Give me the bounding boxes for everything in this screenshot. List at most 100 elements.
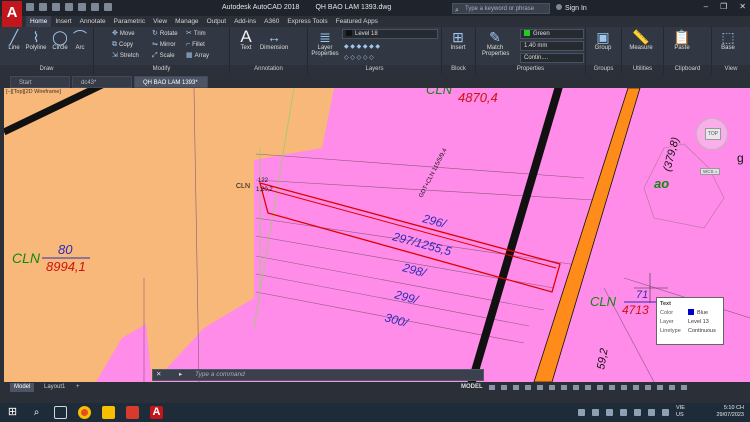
new-icon[interactable] xyxy=(26,3,34,11)
network-icon[interactable] xyxy=(648,409,655,416)
label-cln-left[interactable]: CLN xyxy=(12,250,41,266)
copy-button[interactable]: ⧉ Copy xyxy=(112,40,133,50)
command-line-input[interactable]: ✕ ▸ Type a command xyxy=(152,369,484,381)
layer-properties-button[interactable]: ≣ Layer Properties xyxy=(310,29,340,57)
tab-express-tools[interactable]: Express Tools xyxy=(283,16,331,27)
label-lot-297[interactable]: 297/1255,5 xyxy=(390,229,453,258)
doc-tab-qh-bao-lam[interactable]: QH BAO LAM 1393* xyxy=(134,76,208,88)
road-orange[interactable] xyxy=(533,88,641,382)
tray-icon-2[interactable] xyxy=(592,409,599,416)
group-button[interactable]: ▣ Group xyxy=(591,29,615,51)
measure-button[interactable]: 📏 Measure xyxy=(626,29,656,51)
application-menu-button[interactable]: A xyxy=(2,1,22,27)
viewcube[interactable]: TOP xyxy=(696,118,728,150)
grid-icon[interactable] xyxy=(489,385,495,390)
polyline-button[interactable]: ⌇ Polyline xyxy=(22,29,50,51)
layout-tab-model[interactable]: Model xyxy=(10,383,35,392)
tab-view[interactable]: View xyxy=(149,16,171,27)
drawing-canvas[interactable]: CLN 4870,4 CLN 80 8994,1 CLN 122 1,20,2 … xyxy=(4,88,750,382)
paste-button[interactable]: 📋 Paste xyxy=(670,29,694,51)
modify-panel-title[interactable]: Modify xyxy=(94,65,229,74)
clean-screen-icon[interactable] xyxy=(669,385,675,390)
snap-icon[interactable] xyxy=(501,385,507,390)
redo-icon[interactable] xyxy=(104,3,112,11)
dimension-button[interactable]: ↔ Dimension xyxy=(258,29,290,51)
label-lot-300[interactable]: 300/ xyxy=(383,310,411,330)
doc-tab-dc43[interactable]: dc43* xyxy=(72,76,132,88)
label-area-top[interactable]: 4870,4 xyxy=(458,90,498,105)
units-icon[interactable] xyxy=(621,385,627,390)
tray-icon-5[interactable] xyxy=(634,409,641,416)
quick-properties-icon[interactable] xyxy=(633,385,639,390)
label-parcel-122[interactable]: 122 xyxy=(258,178,269,184)
tray-icon-3[interactable] xyxy=(606,409,613,416)
model-space-toggle[interactable]: MODEL xyxy=(461,382,483,393)
tab-featured-apps[interactable]: Featured Apps xyxy=(332,16,382,27)
label-area-left[interactable]: 8994,1 xyxy=(46,259,86,274)
selection-cycling-icon[interactable] xyxy=(585,385,591,390)
print-icon[interactable] xyxy=(78,3,86,11)
annotation-scale-icon[interactable] xyxy=(597,385,603,390)
linetype-dropdown[interactable]: Contin.... xyxy=(520,53,584,63)
minimize-button[interactable]: – xyxy=(704,2,708,11)
utilities-panel-title[interactable]: Utilities xyxy=(622,65,663,74)
scale-button[interactable]: ⤢ Scale xyxy=(152,51,175,61)
tab-add-ins[interactable]: Add-ins xyxy=(230,16,260,27)
volume-icon[interactable] xyxy=(662,409,669,416)
task-view-icon[interactable] xyxy=(54,406,67,419)
osnap-icon[interactable] xyxy=(537,385,543,390)
move-button[interactable]: ✥ Move xyxy=(112,29,135,39)
color-dropdown[interactable]: Green xyxy=(520,29,584,39)
annotation-panel-title[interactable]: Annotation xyxy=(230,65,307,74)
label-cln-small[interactable]: CLN xyxy=(236,183,250,190)
chrome-icon[interactable] xyxy=(78,406,91,419)
wcs-menu[interactable]: WCS = xyxy=(700,168,721,175)
label-parcel-80[interactable]: 80 xyxy=(58,242,73,257)
search-input[interactable]: ⌕ Type a keyword or phrase xyxy=(452,3,550,14)
isolate-icon[interactable] xyxy=(645,385,651,390)
tab-a360[interactable]: A360 xyxy=(260,16,283,27)
label-cln-right[interactable]: CLN xyxy=(590,294,617,309)
trim-button[interactable]: ✂ Trim xyxy=(186,29,206,39)
tab-insert[interactable]: Insert xyxy=(51,16,75,27)
open-icon[interactable] xyxy=(39,3,47,11)
otrack-icon[interactable] xyxy=(549,385,555,390)
arc-button[interactable]: ⌒ Arc xyxy=(68,29,92,51)
text-button[interactable]: A Text xyxy=(234,28,258,51)
layers-panel-title[interactable]: Layers xyxy=(308,65,441,74)
label-edge-g[interactable]: g xyxy=(737,151,744,165)
block-panel-title[interactable]: Block xyxy=(442,65,475,74)
add-layout-button[interactable]: + xyxy=(72,383,84,392)
label-lot-296[interactable]: 296/ xyxy=(420,211,449,231)
base-view-button[interactable]: ⬚ Base xyxy=(716,29,740,51)
doc-tab-start[interactable]: Start xyxy=(10,76,70,88)
save-icon[interactable] xyxy=(52,3,60,11)
match-properties-button[interactable]: ✎ Match Properties xyxy=(482,29,509,57)
undo-icon[interactable] xyxy=(91,3,99,11)
workspace-icon[interactable] xyxy=(609,385,615,390)
layout-tab-layout1[interactable]: Layout1 xyxy=(40,383,69,392)
label-ao[interactable]: ao xyxy=(654,176,669,191)
tab-output[interactable]: Output xyxy=(203,16,231,27)
array-button[interactable]: ▦ Array xyxy=(186,51,209,61)
rotate-button[interactable]: ↻ Rotate xyxy=(152,29,178,39)
maximize-button[interactable]: ❐ xyxy=(720,2,727,11)
road-black-main[interactable] xyxy=(467,88,563,382)
fillet-button[interactable]: ⌐ Fillet xyxy=(186,40,205,50)
lineweight-icon[interactable] xyxy=(561,385,567,390)
lineweight-dropdown[interactable]: 1.40 mm xyxy=(520,41,584,51)
layer-dropdown[interactable]: Level 18 xyxy=(342,29,438,39)
transparency-icon[interactable] xyxy=(573,385,579,390)
ortho-icon[interactable] xyxy=(513,385,519,390)
draw-panel-title[interactable]: Draw xyxy=(0,65,93,74)
label-area-small[interactable]: 1,20,2 xyxy=(256,187,273,193)
tray-icon-1[interactable] xyxy=(578,409,585,416)
polar-icon[interactable] xyxy=(525,385,531,390)
parcel-orange-left[interactable] xyxy=(4,88,334,382)
clock[interactable]: 5:10 CH 29/07/2023 xyxy=(716,405,744,419)
groups-panel-title[interactable]: Groups xyxy=(586,65,621,74)
drawing-svg[interactable]: CLN 4870,4 CLN 80 8994,1 CLN 122 1,20,2 … xyxy=(4,88,750,382)
insert-button[interactable]: ⊞ Insert xyxy=(446,29,470,51)
mirror-button[interactable]: ⇋ Mirror xyxy=(152,40,176,50)
tray-icon-4[interactable] xyxy=(620,409,627,416)
